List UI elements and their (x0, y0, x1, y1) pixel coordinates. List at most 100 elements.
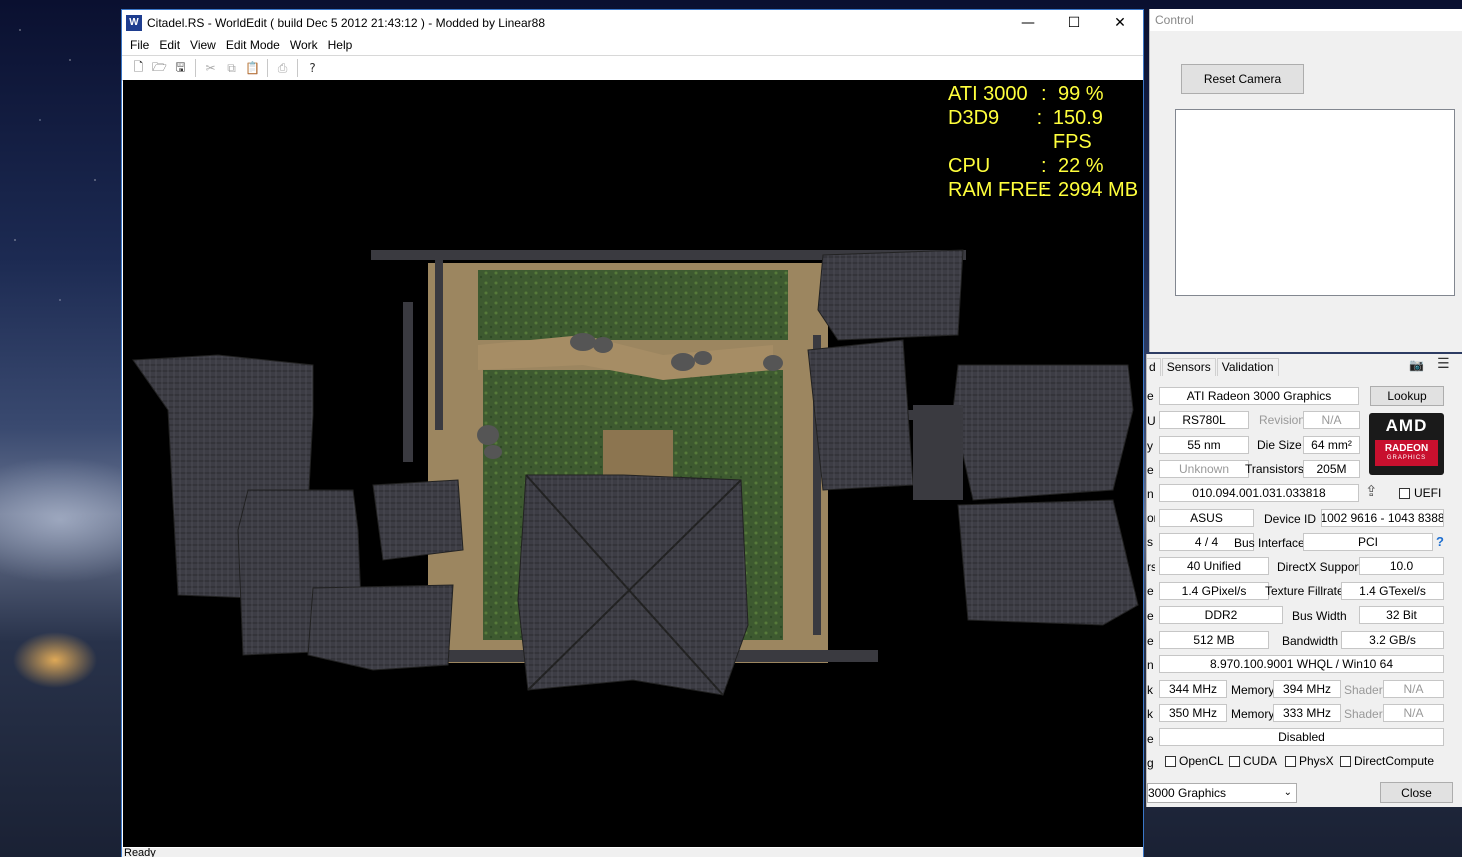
driver-version-field: 8.970.100.9001 WHQL / Win10 64 (1159, 655, 1444, 673)
roof-east (952, 364, 1134, 501)
hamburger-menu-icon[interactable]: ☰ (1437, 356, 1450, 372)
bus-width-label: Bus Width (1292, 609, 1347, 623)
graphics-text: GRAPHICS (1386, 455, 1427, 461)
open-folder-icon[interactable]: 🗁 (149, 58, 170, 78)
status-bar: Ready (122, 848, 1143, 857)
worldedit-window: W Citadel.RS - WorldEdit ( build Dec 5 2… (121, 9, 1144, 857)
perf-overlay: ATI 3000:99 % D3D9:150.9 FPS CPU:22 % RA… (948, 82, 1143, 202)
texture-fillrate-field: 1.4 GTexel/s (1341, 582, 1444, 600)
bus-help-icon[interactable]: ? (1436, 534, 1444, 549)
tab-validation[interactable]: Validation (1216, 358, 1279, 376)
pixel-fillrate-field: 1.4 GPixel/s (1159, 582, 1269, 600)
tab-graphics-card[interactable]: d (1147, 358, 1161, 376)
amd-radeon-logo: AMD RADEON GRAPHICS (1369, 413, 1444, 475)
cut-icon[interactable]: ✂ (200, 58, 221, 78)
directx-field: 10.0 (1359, 557, 1444, 575)
toolbar-separator (195, 59, 196, 77)
row-label-cut: n (1147, 487, 1154, 501)
default-shader-field: N/A (1383, 704, 1444, 722)
menu-work[interactable]: Work (285, 38, 323, 52)
lookup-button[interactable]: Lookup (1370, 386, 1444, 406)
stat-row: D3D9:150.9 FPS (948, 106, 1143, 154)
help-pointer-icon[interactable]: ? (302, 58, 323, 78)
name-field: ATI Radeon 3000 Graphics (1159, 387, 1359, 405)
share-bios-icon[interactable]: ⇪ (1365, 482, 1378, 500)
gpu-select-dropdown[interactable]: 3000 Graphics ⌄ (1147, 783, 1297, 803)
row-label-cut: g (1147, 756, 1154, 770)
bus-interface-label: Bus Interface (1234, 536, 1305, 550)
row-label-cut: e (1147, 584, 1154, 598)
paste-icon[interactable]: 📋 (242, 58, 263, 78)
memory-clock-field: 394 MHz (1273, 680, 1341, 698)
menu-edit-mode[interactable]: Edit Mode (221, 38, 285, 52)
tab-sensors[interactable]: Sensors (1161, 358, 1216, 376)
camera-icon[interactable]: 📷 (1409, 358, 1424, 372)
crossfire-field: Disabled (1159, 728, 1444, 746)
stat-value: 150.9 FPS (1052, 107, 1103, 153)
uefi-label: UEFI (1414, 486, 1442, 500)
status-text: Ready (124, 848, 156, 857)
memory-type-field: DDR2 (1159, 606, 1283, 624)
stat-value: 99 % (1058, 83, 1104, 105)
row-label-cut: y (1147, 439, 1153, 453)
stat-value: 2994 MB (1058, 179, 1139, 201)
gpuz-tabs: d Sensors Validation (1147, 357, 1280, 376)
shaders-field: 40 Unified (1159, 557, 1269, 575)
opencl-checkbox[interactable] (1165, 756, 1176, 767)
menu-edit[interactable]: Edit (154, 38, 185, 52)
save-icon[interactable]: 🖫 (170, 58, 191, 78)
menu-bar: File Edit View Edit Mode Work Help (122, 35, 1143, 55)
reset-camera-button[interactable]: Reset Camera (1181, 64, 1304, 94)
bios-version-field: 010.094.001.031.033818 (1159, 484, 1359, 502)
copy-icon[interactable]: ⧉ (221, 58, 242, 78)
chevron-down-icon: ⌄ (1283, 787, 1292, 798)
release-date-field: Unknown (1159, 460, 1249, 478)
gpuz-window: d Sensors Validation 📷 ☰ e ATI Radeon 30… (1146, 354, 1462, 807)
transistors-field: 205M (1303, 460, 1360, 478)
menu-help[interactable]: Help (323, 38, 358, 52)
maximize-button[interactable]: ☐ (1051, 10, 1097, 35)
gpu-field: RS780L (1159, 411, 1249, 429)
row-label-cut: n (1147, 658, 1154, 672)
die-size-label: Die Size (1257, 438, 1302, 452)
row-label-cut: e (1147, 389, 1154, 403)
technology-field: 55 nm (1159, 436, 1249, 454)
default-shader-label: Shader (1344, 707, 1383, 721)
shader-clock-field: N/A (1383, 680, 1444, 698)
new-file-icon[interactable]: 🗋 (128, 58, 149, 78)
cuda-label: CUDA (1243, 754, 1278, 768)
roof-northeast (817, 249, 964, 341)
device-id-label: Device ID (1264, 512, 1317, 526)
menu-file[interactable]: File (125, 38, 154, 52)
directcompute-checkbox[interactable] (1340, 756, 1351, 767)
bus-interface-field: PCI (1303, 533, 1433, 551)
app-icon: W (126, 14, 142, 31)
row-label-cut: e (1147, 732, 1154, 746)
uefi-checkbox[interactable] (1399, 488, 1410, 499)
close-gpuz-button[interactable]: Close (1380, 782, 1453, 803)
cuda-checkbox[interactable] (1229, 756, 1240, 767)
minimize-button[interactable]: — (1005, 10, 1051, 35)
stat-row: ATI 3000:99 % (948, 83, 1104, 105)
gpu-clock-field: 344 MHz (1159, 680, 1227, 698)
print-icon[interactable]: ⎙ (272, 58, 293, 78)
physx-checkbox[interactable] (1285, 756, 1296, 767)
toolbar-separator (297, 59, 298, 77)
bandwidth-field: 3.2 GB/s (1341, 631, 1444, 649)
toolbar: 🗋 🗁 🖫 ✂ ⧉ 📋 ⎙ ? (122, 55, 1143, 81)
title-bar[interactable]: W Citadel.RS - WorldEdit ( build Dec 5 2… (122, 10, 1143, 35)
revision-field: N/A (1303, 411, 1360, 429)
stat-row: RAM FREE:2994 MB (948, 179, 1139, 201)
close-button[interactable]: ✕ (1097, 10, 1143, 35)
stat-row: CPU:22 % (948, 155, 1104, 177)
subvendor-field: ASUS (1159, 509, 1254, 527)
control-panel-box (1175, 109, 1455, 296)
menu-view[interactable]: View (185, 38, 221, 52)
3d-viewport[interactable]: ATI 3000:99 % D3D9:150.9 FPS CPU:22 % RA… (123, 80, 1143, 847)
directx-label: DirectX Support (1277, 560, 1362, 574)
default-clock-field: 350 MHz (1159, 704, 1227, 722)
row-label-cut: k (1147, 683, 1153, 697)
revision-label: Revision (1259, 413, 1306, 427)
window-title: Citadel.RS - WorldEdit ( build Dec 5 201… (147, 15, 545, 30)
die-size-field: 64 mm² (1303, 436, 1360, 454)
